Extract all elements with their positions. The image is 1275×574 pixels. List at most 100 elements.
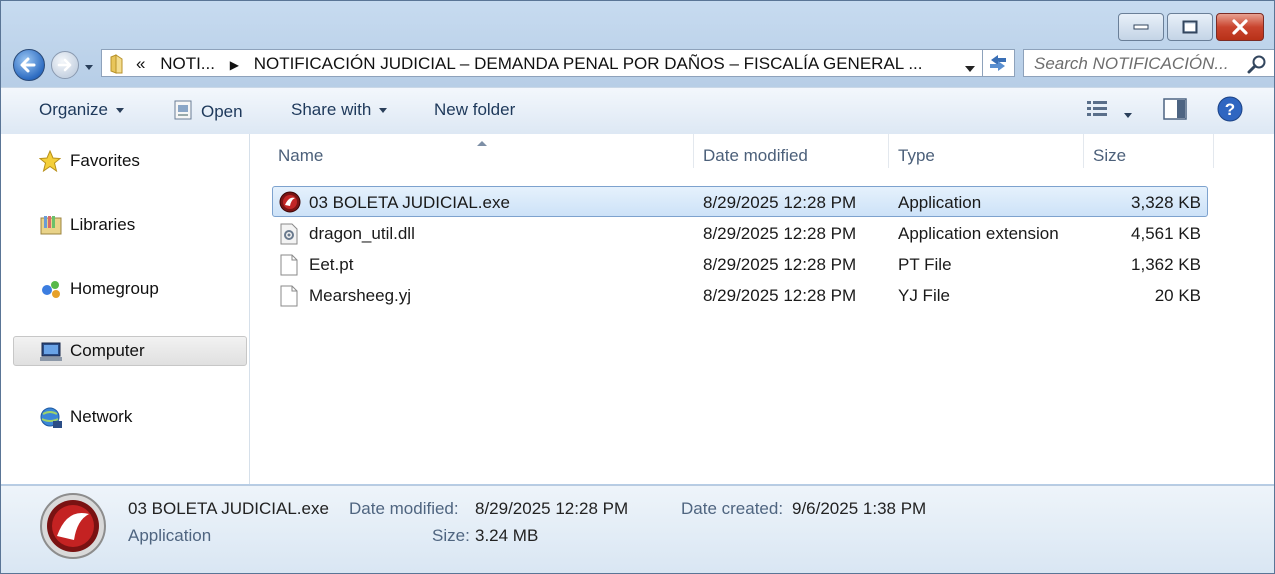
homegroup-icon	[39, 278, 63, 307]
breadcrumb-separator-icon[interactable]: ▶	[230, 58, 239, 72]
nav-item-network[interactable]: Network	[13, 402, 247, 432]
caret-down-icon	[379, 108, 388, 114]
blank-file-icon	[279, 285, 299, 312]
table-row[interactable]: 03 BOLETA JUDICIAL.exe 8/29/2025 12:28 P…	[272, 186, 1208, 217]
address-bar[interactable]: « NOTI... ▶ NOTIFICACIÓN JUDICIAL – DEMA…	[101, 49, 983, 77]
breadcrumb: « NOTI... ▶ NOTIFICACIÓN JUDICIAL – DEMA…	[136, 54, 933, 74]
refresh-button[interactable]	[983, 49, 1015, 77]
address-dropdown-icon[interactable]	[964, 60, 976, 78]
open-label: Open	[201, 102, 243, 121]
details-date-modified-value: 8/29/2025 12:28 PM	[475, 499, 629, 518]
nav-item-libraries[interactable]: Libraries	[13, 210, 247, 240]
organize-label: Organize	[39, 100, 108, 119]
svg-text:?: ?	[1225, 100, 1235, 119]
window-controls	[1118, 13, 1264, 41]
open-icon	[173, 100, 193, 125]
folder-icon	[108, 54, 128, 79]
details-date-created-label: Date created:	[681, 499, 784, 518]
preview-pane-button[interactable]	[1163, 98, 1189, 127]
navigation-pane: Favorites Libraries Homegroup Computer N…	[1, 134, 250, 484]
table-row[interactable]: Mearsheeg.yj 8/29/2025 12:28 PM YJ File …	[272, 280, 1208, 311]
details-file-kind: Application	[128, 526, 212, 545]
nav-label: Homegroup	[70, 279, 159, 298]
command-bar: Organize Open Share with New folder ?	[1, 87, 1274, 135]
computer-icon	[39, 340, 63, 369]
breadcrumb-item-current[interactable]: NOTIFICACIÓN JUDICIAL – DEMANDA PENAL PO…	[254, 54, 923, 73]
help-icon: ?	[1217, 96, 1243, 122]
column-separator[interactable]	[693, 134, 694, 168]
file-date: 8/29/2025 12:28 PM	[703, 193, 857, 212]
file-size: 1,362 KB	[1131, 255, 1201, 274]
column-separator[interactable]	[1083, 134, 1084, 168]
search-box[interactable]	[1023, 49, 1274, 79]
file-type: Application	[898, 193, 982, 212]
column-header-name[interactable]: Name	[278, 146, 323, 166]
organize-menu[interactable]: Organize	[39, 100, 124, 120]
network-icon	[39, 406, 63, 435]
table-row[interactable]: dragon_util.dll 8/29/2025 12:28 PM Appli…	[272, 218, 1208, 249]
search-icon[interactable]	[1247, 54, 1267, 79]
address-row: « NOTI... ▶ NOTIFICACIÓN JUDICIAL – DEMA…	[11, 47, 1274, 81]
file-type: YJ File	[898, 286, 950, 305]
column-header-size[interactable]: Size	[1093, 146, 1126, 166]
file-name: 03 BOLETA JUDICIAL.exe	[309, 193, 510, 212]
star-icon	[38, 149, 62, 177]
caret-down-icon	[115, 108, 124, 114]
view-options-button[interactable]	[1086, 98, 1132, 125]
new-folder-button[interactable]: New folder	[434, 100, 515, 120]
column-header-date-modified[interactable]: Date modified	[703, 146, 808, 166]
details-date-created-value: 9/6/2025 1:38 PM	[792, 499, 927, 518]
share-with-menu[interactable]: Share with	[291, 100, 388, 120]
column-header-type[interactable]: Type	[898, 146, 935, 166]
dll-file-icon	[279, 223, 299, 250]
file-type: PT File	[898, 255, 952, 274]
preview-pane-icon	[1163, 98, 1187, 120]
sort-indicator-icon	[476, 134, 488, 152]
libraries-icon	[39, 214, 63, 243]
open-button[interactable]: Open	[173, 100, 243, 125]
file-name: Mearsheeg.yj	[309, 286, 412, 305]
file-date: 8/29/2025 12:28 PM	[703, 286, 857, 305]
dragon-app-icon	[279, 191, 301, 218]
details-size-label: Size:	[432, 526, 470, 545]
forward-button[interactable]	[51, 51, 79, 79]
details-pane: 03 BOLETA JUDICIAL.exe Application Date …	[1, 485, 1274, 573]
close-button[interactable]	[1216, 13, 1264, 41]
details-date-modified-label: Date modified:	[349, 499, 459, 518]
caret-down-icon	[1124, 113, 1132, 119]
nav-item-computer[interactable]: Computer	[13, 336, 247, 366]
back-button[interactable]	[13, 49, 45, 81]
new-folder-label: New folder	[434, 100, 516, 119]
file-name: dragon_util.dll	[309, 224, 415, 243]
nav-label: Favorites	[70, 151, 140, 170]
table-row[interactable]: Eet.pt 8/29/2025 12:28 PM PT File 1,362 …	[272, 249, 1208, 280]
file-name: Eet.pt	[309, 255, 354, 274]
column-separator[interactable]	[1213, 134, 1214, 168]
file-date: 8/29/2025 12:28 PM	[703, 224, 857, 243]
breadcrumb-item[interactable]: NOTI...	[160, 54, 215, 73]
search-input[interactable]	[1032, 53, 1236, 75]
column-separator[interactable]	[888, 134, 889, 168]
file-type: Application extension	[898, 224, 1059, 243]
file-size: 20 KB	[1154, 286, 1201, 305]
blank-file-icon	[279, 254, 299, 281]
file-size: 4,561 KB	[1131, 224, 1201, 243]
nav-label: Computer	[70, 341, 145, 360]
maximize-button[interactable]	[1167, 13, 1213, 41]
file-size: 3,328 KB	[1131, 193, 1201, 212]
nav-label: Libraries	[70, 215, 136, 234]
details-file-name: 03 BOLETA JUDICIAL.exe	[128, 499, 329, 518]
share-with-label: Share with	[291, 100, 372, 119]
nav-label: Network	[70, 407, 133, 426]
view-list-icon	[1087, 101, 1107, 116]
help-button[interactable]: ?	[1217, 96, 1243, 127]
content-area: Favorites Libraries Homegroup Computer N…	[1, 134, 1274, 484]
nav-item-favorites[interactable]: Favorites	[13, 146, 247, 176]
nav-item-homegroup[interactable]: Homegroup	[13, 274, 247, 304]
explorer-window: « NOTI... ▶ NOTIFICACIÓN JUDICIAL – DEMA…	[0, 0, 1275, 574]
recent-pages-dropdown[interactable]	[84, 59, 94, 77]
file-list: Name Date modified Type Size 03 BOLETA J…	[250, 134, 1274, 484]
breadcrumb-overflow[interactable]: «	[136, 54, 145, 73]
details-size-value: 3.24 MB	[475, 526, 539, 545]
minimize-button[interactable]	[1118, 13, 1164, 41]
